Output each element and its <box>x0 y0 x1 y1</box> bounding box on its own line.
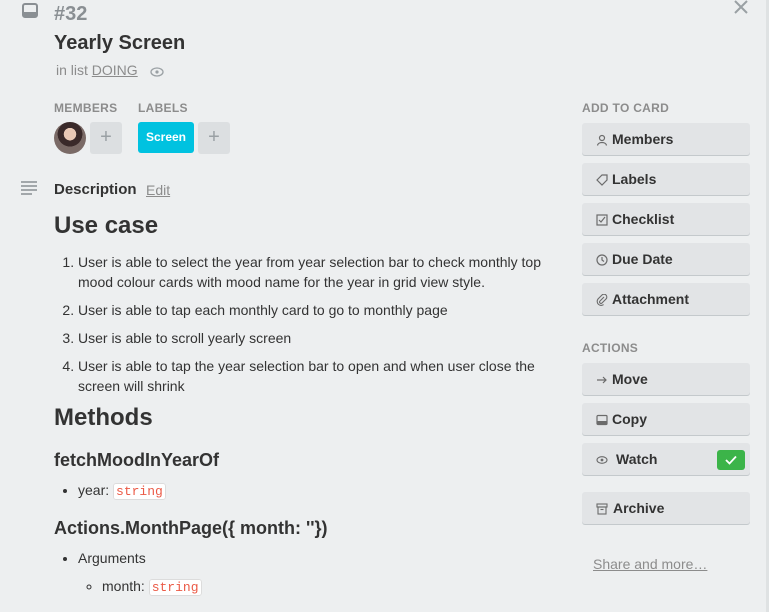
tag-icon <box>596 173 608 186</box>
list-item: Arguments month: string <box>78 548 202 598</box>
add-to-card-heading: ADD TO CARD <box>582 101 670 115</box>
param-type: string <box>113 483 166 500</box>
labels-button-label: Labels <box>612 171 657 187</box>
checkbox-icon <box>596 213 608 226</box>
in-list-text: in list DOING <box>56 62 138 78</box>
checklist-button[interactable]: Checklist <box>582 203 750 235</box>
list-item: month: string <box>102 576 202 598</box>
list-link[interactable]: DOING <box>92 62 138 78</box>
labels-button[interactable]: Labels <box>582 163 750 195</box>
eye-icon <box>596 453 608 465</box>
checklist-button-label: Checklist <box>612 211 675 227</box>
list-item: User is able to scroll yearly screen <box>78 328 578 348</box>
move-button-label: Move <box>612 371 648 387</box>
method-heading: fetchMoodInYearOf <box>54 450 220 470</box>
copy-card-icon <box>596 413 608 426</box>
use-case-heading: Use case <box>54 212 159 239</box>
param-type: string <box>148 579 202 596</box>
avatar[interactable] <box>54 122 86 154</box>
list-item: User is able to tap the year selection b… <box>78 356 578 396</box>
method-param-list: year: string <box>54 480 166 508</box>
method-args-list: Arguments month: string <box>54 548 202 604</box>
description-icon <box>21 181 37 195</box>
labels-heading: LABELS <box>138 101 188 115</box>
actions-heading: ACTIONS <box>582 341 639 355</box>
list-item: User is able to select the year from yea… <box>78 252 578 292</box>
watch-button-label: Watch <box>616 451 658 467</box>
paperclip-icon <box>596 293 608 306</box>
card-icon <box>22 3 38 19</box>
list-item: User is able to tap each monthly card to… <box>78 300 578 320</box>
param-label: year: <box>78 482 110 498</box>
members-button[interactable]: Members <box>582 123 750 155</box>
card-title[interactable]: Yearly Screen <box>54 32 185 55</box>
members-button-label: Members <box>612 131 674 147</box>
arrow-right-icon <box>596 373 608 385</box>
archive-button-label: Archive <box>613 500 665 516</box>
move-button[interactable]: Move <box>582 363 750 395</box>
watch-check-icon <box>717 450 745 470</box>
method-heading: Actions.MonthPage({ month: ''}) <box>54 518 328 538</box>
close-icon[interactable] <box>731 0 751 17</box>
copy-button-label: Copy <box>612 411 647 427</box>
param-label: month: <box>102 578 145 594</box>
members-heading: MEMBERS <box>54 101 118 115</box>
in-list-prefix: in list <box>56 62 88 78</box>
add-member-button[interactable]: + <box>90 122 122 154</box>
due-date-button[interactable]: Due Date <box>582 243 750 275</box>
person-icon <box>596 133 608 146</box>
share-and-more-link[interactable]: Share and more… <box>593 556 707 572</box>
description-edit-link[interactable]: Edit <box>146 182 170 198</box>
methods-heading: Methods <box>54 404 153 431</box>
description-heading: Description <box>54 181 137 198</box>
arguments-label: Arguments <box>78 550 146 566</box>
attachment-button[interactable]: Attachment <box>582 283 750 315</box>
use-case-list: User is able to select the year from yea… <box>54 252 578 404</box>
add-label-button[interactable]: + <box>198 122 230 154</box>
sub-list: month: string <box>78 576 202 598</box>
eye-icon <box>150 64 164 77</box>
label-chip-screen[interactable]: Screen <box>138 122 194 153</box>
archive-button[interactable]: Archive <box>582 492 750 524</box>
clock-icon <box>596 253 608 266</box>
copy-button[interactable]: Copy <box>582 403 750 435</box>
card-number: #32 <box>54 3 88 25</box>
archive-icon <box>596 502 608 515</box>
due-date-button-label: Due Date <box>612 251 673 267</box>
attachment-button-label: Attachment <box>612 291 690 307</box>
list-item: year: string <box>78 480 166 502</box>
